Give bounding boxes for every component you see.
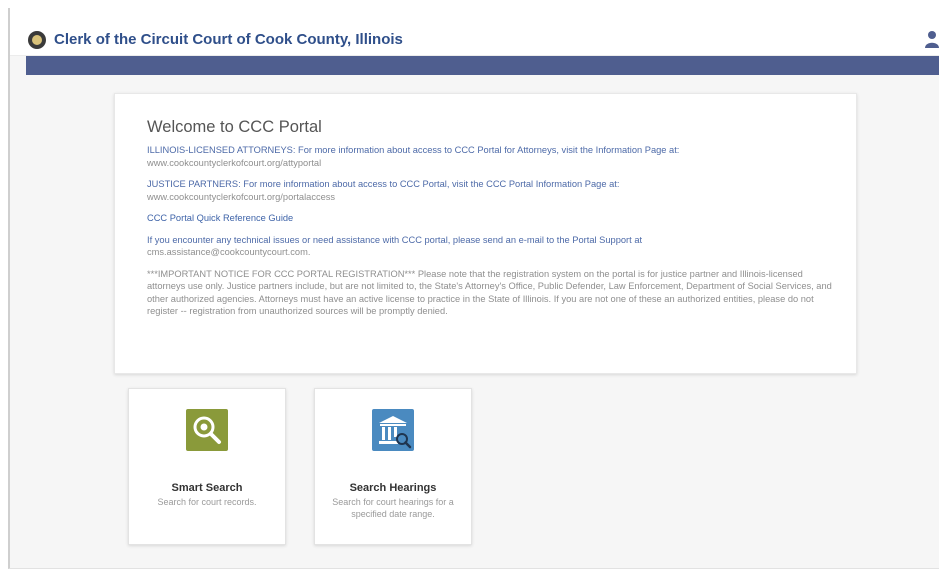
user-icon[interactable] xyxy=(925,30,939,48)
registration-notice: ***IMPORTANT NOTICE FOR CCC PORTAL REGIS… xyxy=(147,268,832,317)
search-hearings-description: Search for court hearings for a specifie… xyxy=(332,497,454,519)
support-email-link[interactable]: cms.assistance@cookcountycourt.com. xyxy=(147,247,310,257)
partners-info: JUSTICE PARTNERS: For more information a… xyxy=(147,178,837,203)
smart-search-description: Search for court records. xyxy=(157,497,257,507)
smart-search-tile[interactable]: Smart Search Search for court records. xyxy=(128,388,286,545)
attorneys-info: ILLINOIS-LICENSED ATTORNEYS: For more in… xyxy=(147,144,837,169)
partners-text: For more information about access to CCC… xyxy=(240,179,620,189)
header-bar: Clerk of the Circuit Court of Cook Count… xyxy=(10,8,939,56)
attorneys-label: ILLINOIS-LICENSED ATTORNEYS: xyxy=(147,145,296,155)
partners-link[interactable]: www.cookcountyclerkofcourt.org/portalacc… xyxy=(147,192,335,202)
smart-search-label: Smart Search xyxy=(171,482,243,494)
magnifier-icon xyxy=(186,409,228,451)
site-title[interactable]: Clerk of the Circuit Court of Cook Count… xyxy=(54,31,403,48)
navigation-bar xyxy=(26,56,939,75)
county-seal-icon xyxy=(28,31,46,49)
courthouse-search-icon xyxy=(372,409,414,451)
attorneys-link[interactable]: www.cookcountyclerkofcourt.org/attyporta… xyxy=(147,158,321,168)
portal-window: Clerk of the Circuit Court of Cook Count… xyxy=(8,8,939,569)
attorneys-text: For more information about access to CCC… xyxy=(295,145,680,155)
search-hearings-label: Search Hearings xyxy=(349,482,437,494)
welcome-title: Welcome to CCC Portal xyxy=(147,118,322,136)
county-seal-center xyxy=(32,35,42,45)
support-info: If you encounter any technical issues or… xyxy=(147,234,837,259)
welcome-content: Welcome to CCC Portal ILLINOIS-LICENSED … xyxy=(147,118,837,327)
search-hearings-tile[interactable]: Search Hearings Search for court hearing… xyxy=(314,388,472,545)
partners-label: JUSTICE PARTNERS: xyxy=(147,179,241,189)
support-text: If you encounter any technical issues or… xyxy=(147,234,643,245)
quick-reference-link[interactable]: CCC Portal Quick Reference Guide xyxy=(147,212,837,225)
welcome-panel: Welcome to CCC Portal ILLINOIS-LICENSED … xyxy=(114,93,857,374)
